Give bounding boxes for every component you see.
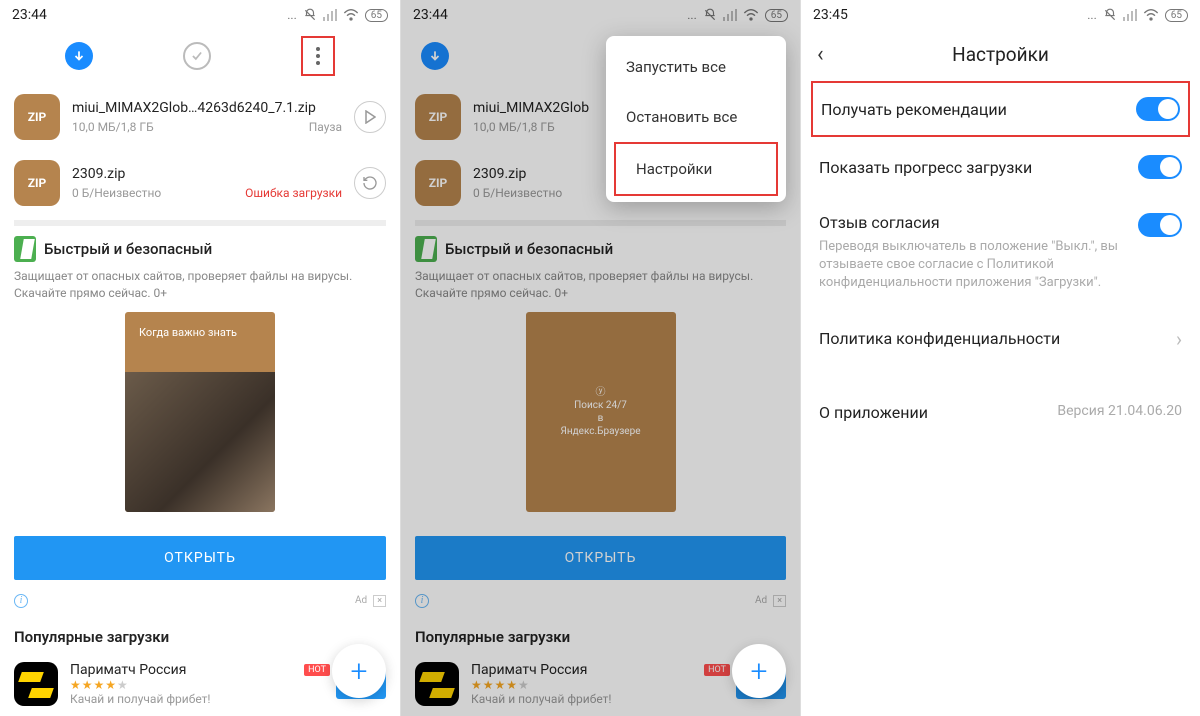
- wifi-icon: [343, 9, 359, 21]
- tab-completed-icon[interactable]: [183, 42, 211, 70]
- app-sub: Качай и получай фрибет!: [70, 692, 324, 706]
- promo-app-icon: [14, 236, 36, 262]
- add-download-fab[interactable]: +: [732, 644, 786, 698]
- screen-settings: 23:45 ... 65 ‹ Настройки Получать рекоме…: [800, 0, 1200, 716]
- chevron-right-icon: ›: [1176, 327, 1182, 351]
- promo-desc: Защищает от опасных сайтов, проверяет фа…: [415, 268, 786, 302]
- menu-start-all[interactable]: Запустить все: [606, 42, 786, 92]
- download-size: 0 Б/Неизвестно: [72, 186, 161, 200]
- promo-block: Быстрый и безопасный Защищает от опасных…: [0, 236, 400, 522]
- settings-header: ‹ Настройки: [801, 28, 1200, 81]
- star-rating: ★★★★★: [70, 678, 324, 692]
- zip-icon: ZIP: [415, 94, 461, 140]
- open-button[interactable]: ОТКРЫТЬ: [14, 536, 386, 580]
- hot-badge: HOT: [304, 664, 330, 676]
- battery-indicator: 65: [1165, 9, 1188, 22]
- download-item[interactable]: ZIP miui_MIMAX2Glob…4263d6240_7.1.zip 10…: [0, 84, 400, 150]
- promo-title: Быстрый и безопасный: [445, 240, 613, 258]
- promo-image[interactable]: Когда важно знать: [125, 312, 275, 512]
- wifi-icon: [1143, 9, 1159, 21]
- download-size: 0 Б/Неизвестно: [473, 186, 562, 200]
- toolbar: [0, 28, 400, 84]
- signal-icon: [1123, 9, 1137, 21]
- download-name: miui_MIMAX2Glob…4263d6240_7.1.zip: [72, 100, 342, 116]
- section-popular: Популярные загрузки: [0, 620, 400, 654]
- toggle-on[interactable]: [1138, 155, 1182, 179]
- more-menu-button[interactable]: [301, 36, 335, 76]
- ad-label-row: i Ad ×: [14, 594, 386, 608]
- tab-downloading-icon[interactable]: [421, 42, 449, 70]
- star-rating: ★★★★★: [471, 678, 724, 692]
- download-item[interactable]: ZIP 2309.zip 0 Б/Неизвестно Ошибка загру…: [0, 150, 400, 216]
- signal-icon: [323, 9, 337, 21]
- setting-progress[interactable]: Показать прогресс загрузки: [801, 137, 1200, 197]
- ad-label-row: i Ad ×: [415, 594, 786, 608]
- info-icon[interactable]: i: [14, 594, 28, 608]
- retry-button[interactable]: [354, 167, 386, 199]
- status-time: 23:45: [813, 7, 848, 23]
- status-time: 23:44: [413, 7, 448, 23]
- menu-stop-all[interactable]: Остановить все: [606, 92, 786, 142]
- setting-privacy[interactable]: Политика конфиденциальности ›: [801, 309, 1200, 369]
- menu-settings[interactable]: Настройки: [614, 142, 778, 196]
- app-name: Париматч Россия: [70, 662, 324, 678]
- status-time: 23:44: [12, 7, 47, 23]
- promo-title: Быстрый и безопасный: [44, 240, 212, 258]
- more-icon: [316, 47, 320, 65]
- open-button[interactable]: ОТКРЫТЬ: [415, 536, 786, 580]
- mute-icon: [703, 8, 717, 22]
- zip-icon: ZIP: [14, 94, 60, 140]
- hot-badge: HOT: [704, 664, 730, 676]
- download-state: Пауза: [309, 120, 342, 134]
- app-name: Париматч Россия: [471, 662, 724, 678]
- signal-icon: [723, 9, 737, 21]
- divider: [14, 220, 386, 226]
- status-icons: ... 65: [1087, 8, 1188, 22]
- promo-block: Быстрый и безопасный Защищает от опасных…: [401, 236, 800, 522]
- screen-downloads-menu: 23:44 ... 65 ZIP miui_MIMAX2Glob 10,0 МБ…: [400, 0, 800, 716]
- status-bar: 23:44 ... 65: [401, 0, 800, 28]
- section-popular: Популярные загрузки: [401, 620, 800, 654]
- status-icons: ... 65: [687, 8, 788, 22]
- promo-desc: Защищает от опасных сайтов, проверяет фа…: [14, 268, 386, 302]
- status-bar: 23:44 ... 65: [0, 0, 400, 28]
- mute-icon: [303, 8, 317, 22]
- wifi-icon: [743, 9, 759, 21]
- status-bar: 23:45 ... 65: [801, 0, 1200, 28]
- back-button[interactable]: ‹: [817, 42, 847, 67]
- info-icon[interactable]: i: [415, 594, 429, 608]
- zip-icon: ZIP: [14, 160, 60, 206]
- download-name: 2309.zip: [72, 166, 342, 182]
- download-error: Ошибка загрузки: [245, 186, 342, 200]
- mute-icon: [1103, 8, 1117, 22]
- download-size: 10,0 МБ/1,8 ГБ: [473, 120, 555, 134]
- promo-app-icon: [415, 236, 437, 262]
- screen-downloads: 23:44 ... 65 ZIP miui_MIMAX2G: [0, 0, 400, 716]
- setting-consent[interactable]: Отзыв согласия Переводя выключатель в по…: [801, 197, 1200, 309]
- app-icon: [14, 662, 58, 706]
- app-icon: [415, 662, 459, 706]
- battery-indicator: 65: [765, 9, 788, 22]
- zip-icon: ZIP: [415, 160, 461, 206]
- resume-button[interactable]: [354, 101, 386, 133]
- setting-recommendations[interactable]: Получать рекомендации: [811, 81, 1190, 137]
- toggle-on[interactable]: [1138, 213, 1182, 237]
- close-ad-button[interactable]: ×: [373, 595, 386, 607]
- download-size: 10,0 МБ/1,8 ГБ: [72, 120, 154, 134]
- close-ad-button[interactable]: ×: [773, 595, 786, 607]
- toggle-on[interactable]: [1136, 97, 1180, 121]
- add-download-fab[interactable]: +: [332, 644, 386, 698]
- setting-about[interactable]: О приложении Версия 21.04.06.20: [801, 369, 1200, 456]
- promo-image[interactable]: ⓨ Поиск 24/7 в Яндекс.Браузере: [526, 312, 676, 512]
- settings-title: Настройки: [952, 43, 1049, 66]
- divider: [415, 220, 786, 226]
- tab-downloading-icon[interactable]: [65, 42, 93, 70]
- app-sub: Качай и получай фрибет!: [471, 692, 724, 706]
- status-icons: ... 65: [287, 8, 388, 22]
- context-menu: Запустить все Остановить все Настройки: [606, 36, 786, 202]
- battery-indicator: 65: [365, 9, 388, 22]
